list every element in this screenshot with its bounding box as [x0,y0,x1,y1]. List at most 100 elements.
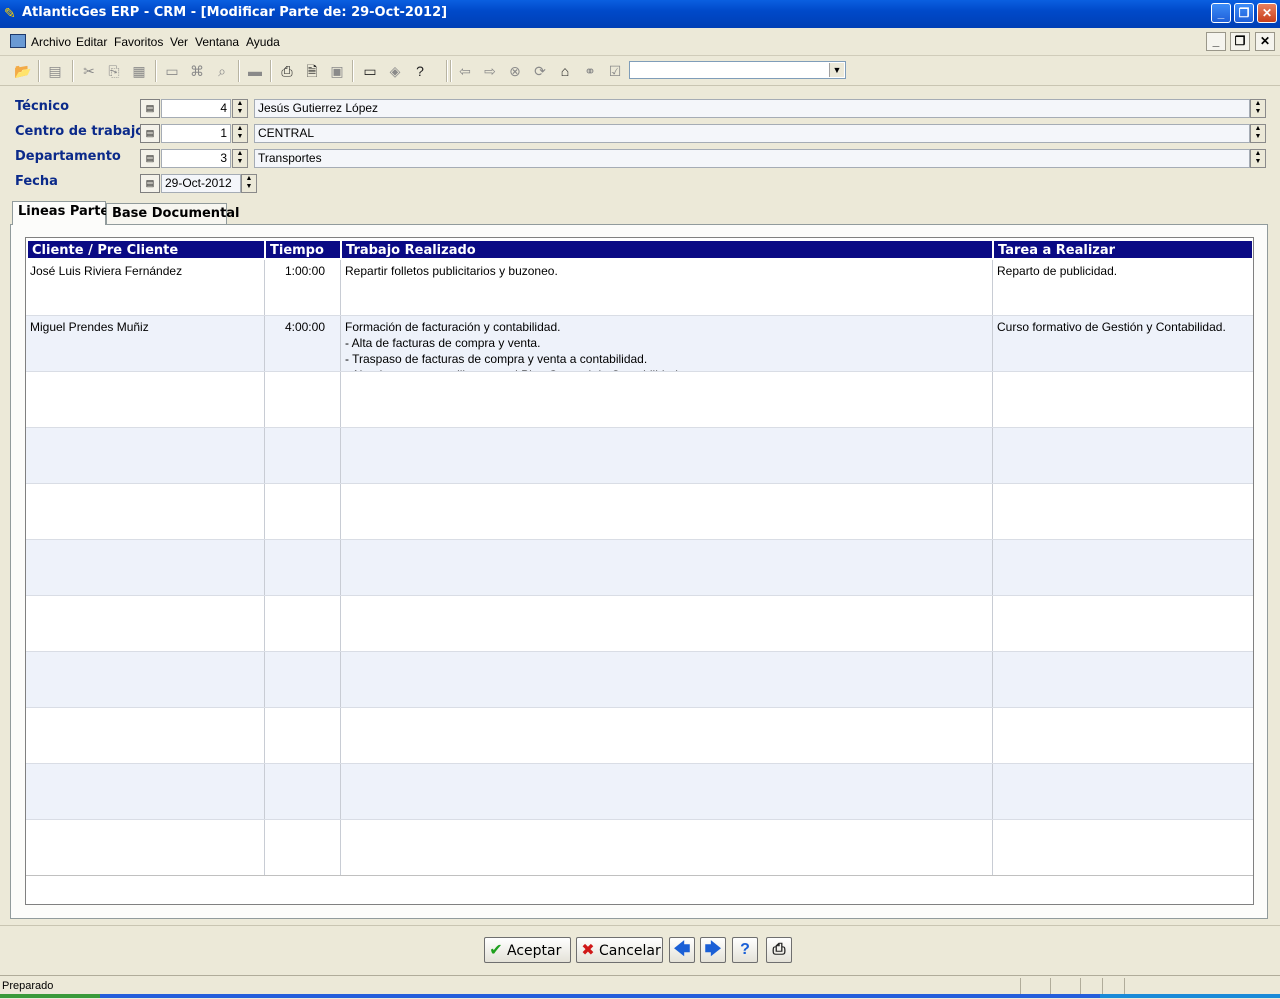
cell-trabajo[interactable] [341,764,993,819]
fecha-calendar-button[interactable]: ▤ [140,174,160,193]
print-icon[interactable]: ⎙ [277,61,297,81]
refresh-icon[interactable]: ⟳ [530,61,550,81]
centro-id-field[interactable]: 1 [161,124,231,143]
cell-tiempo[interactable] [265,484,341,539]
cell-tiempo[interactable] [265,428,341,483]
copy-icon[interactable]: ⎘ [104,61,124,81]
disk-icon[interactable]: ▣ [327,61,347,81]
table-row[interactable] [26,372,1253,428]
centro-spinner[interactable]: ▲ ▼ [232,124,248,143]
table-row[interactable] [26,484,1253,540]
paste-icon[interactable]: ▦ [129,61,149,81]
cell-cliente[interactable] [26,596,265,651]
table-row[interactable] [26,540,1253,596]
table-row[interactable] [26,596,1253,652]
cell-tiempo[interactable] [265,596,341,651]
table-row[interactable] [26,764,1253,820]
cell-tiempo[interactable] [265,708,341,763]
cell-cliente[interactable]: Miguel Prendes Muñiz [26,316,265,371]
home-icon[interactable]: ⌂ [555,61,575,81]
accept-button[interactable]: ✔ Aceptar [484,937,571,963]
cell-tarea[interactable]: Reparto de publicidad. [993,260,1253,315]
lines-grid[interactable]: Cliente / Pre Cliente Tiempo Trabajo Rea… [25,237,1254,905]
cell-tarea[interactable] [993,708,1253,763]
document-window-icon[interactable] [10,34,26,48]
cell-trabajo[interactable] [341,428,993,483]
child-close-button[interactable]: ✕ [1255,32,1275,51]
favorite-icon[interactable]: ☑ [605,61,625,81]
monitor-icon[interactable]: ▭ [360,61,380,81]
diamond-icon[interactable]: ◈ [385,61,405,81]
print-preview-icon[interactable]: 🗎 [302,61,322,81]
tecnico-spinner[interactable]: ▲ ▼ [232,99,248,118]
cell-tiempo[interactable]: 4:00:00 [265,316,341,371]
cell-cliente[interactable] [26,820,265,875]
table-row[interactable]: José Luis Riviera Fernández 1:00:00 Repart… [26,260,1253,316]
cell-tiempo[interactable] [265,372,341,427]
cell-trabajo[interactable] [341,652,993,707]
open-icon[interactable]: 📂 [13,61,33,81]
table-row[interactable] [26,428,1253,484]
cell-tiempo[interactable] [265,540,341,595]
cell-tiempo[interactable] [265,652,341,707]
find-icon[interactable]: ⌘ [187,61,207,81]
search-icon[interactable]: ⌕ [212,61,232,81]
forward-icon[interactable]: ⇨ [480,61,500,81]
cell-trabajo[interactable] [341,820,993,875]
cell-cliente[interactable]: José Luis Riviera Fernández [26,260,265,315]
maximize-button[interactable]: ❐ [1234,3,1254,23]
centro-name-field[interactable]: CENTRAL [254,124,1250,143]
menu-ver[interactable]: Ver [170,35,188,49]
title-bar[interactable]: ✎ AtlanticGes ERP - CRM - [Modificar Par… [0,0,1280,28]
tecnico-name-field[interactable]: Jesús Gutierrez López [254,99,1250,118]
cell-cliente[interactable] [26,652,265,707]
cell-tarea[interactable] [993,484,1253,539]
cell-tarea[interactable] [993,820,1253,875]
cell-tarea[interactable] [993,596,1253,651]
child-restore-button[interactable]: ❐ [1230,32,1250,51]
cell-cliente[interactable] [26,708,265,763]
previous-button[interactable]: 🡄 [669,937,695,963]
cell-trabajo[interactable] [341,484,993,539]
departamento-id-field[interactable]: 3 [161,149,231,168]
column-header-tarea[interactable]: Tarea a Realizar [993,240,1253,259]
table-row[interactable] [26,652,1253,708]
cell-trabajo[interactable] [341,708,993,763]
column-header-trabajo[interactable]: Trabajo Realizado [341,240,993,259]
centro-name-spinner[interactable]: ▲ ▼ [1250,124,1266,143]
tecnico-name-spinner[interactable]: ▲ ▼ [1250,99,1266,118]
cell-tarea[interactable] [993,372,1253,427]
cell-tiempo[interactable]: 1:00:00 [265,260,341,315]
cell-tarea[interactable] [993,540,1253,595]
cell-tarea[interactable] [993,428,1253,483]
cell-trabajo[interactable] [341,540,993,595]
minimize-button[interactable]: _ [1211,3,1231,23]
cell-trabajo[interactable]: Formación de facturación y contabilidad.… [341,316,993,371]
table-row[interactable] [26,820,1253,876]
departamento-name-spinner[interactable]: ▲ ▼ [1250,149,1266,168]
cell-tiempo[interactable] [265,764,341,819]
tecnico-lookup-button[interactable]: ▤ [140,99,160,118]
toolbar-address-combo[interactable]: ▼ [629,61,846,79]
column-header-tiempo[interactable]: Tiempo [265,240,341,259]
fecha-field[interactable]: 29-Oct-2012 [161,174,241,193]
cancel-button[interactable]: ✖ Cancelar [576,937,663,963]
cell-trabajo[interactable] [341,372,993,427]
cell-cliente[interactable] [26,540,265,595]
scanner-icon[interactable]: ▬ [245,61,265,81]
next-button[interactable]: 🡆 [700,937,726,963]
menu-favoritos[interactable]: Favoritos [114,35,163,49]
cell-tarea[interactable]: Curso formativo de Gestión y Contabilida… [993,316,1253,371]
tab-base-documental[interactable]: Base Documental [106,203,240,224]
cell-cliente[interactable] [26,372,265,427]
menu-archivo[interactable]: Archivo [31,35,71,49]
print-button[interactable]: ⎙ [766,937,792,963]
stop-icon[interactable]: ⊗ [505,61,525,81]
centro-lookup-button[interactable]: ▤ [140,124,160,143]
back-icon[interactable]: ⇦ [455,61,475,81]
cell-cliente[interactable] [26,484,265,539]
cell-trabajo[interactable] [341,596,993,651]
child-minimize-button[interactable]: _ [1206,32,1226,51]
app-icon[interactable]: ✎ [4,5,18,21]
menu-ayuda[interactable]: Ayuda [246,35,280,49]
